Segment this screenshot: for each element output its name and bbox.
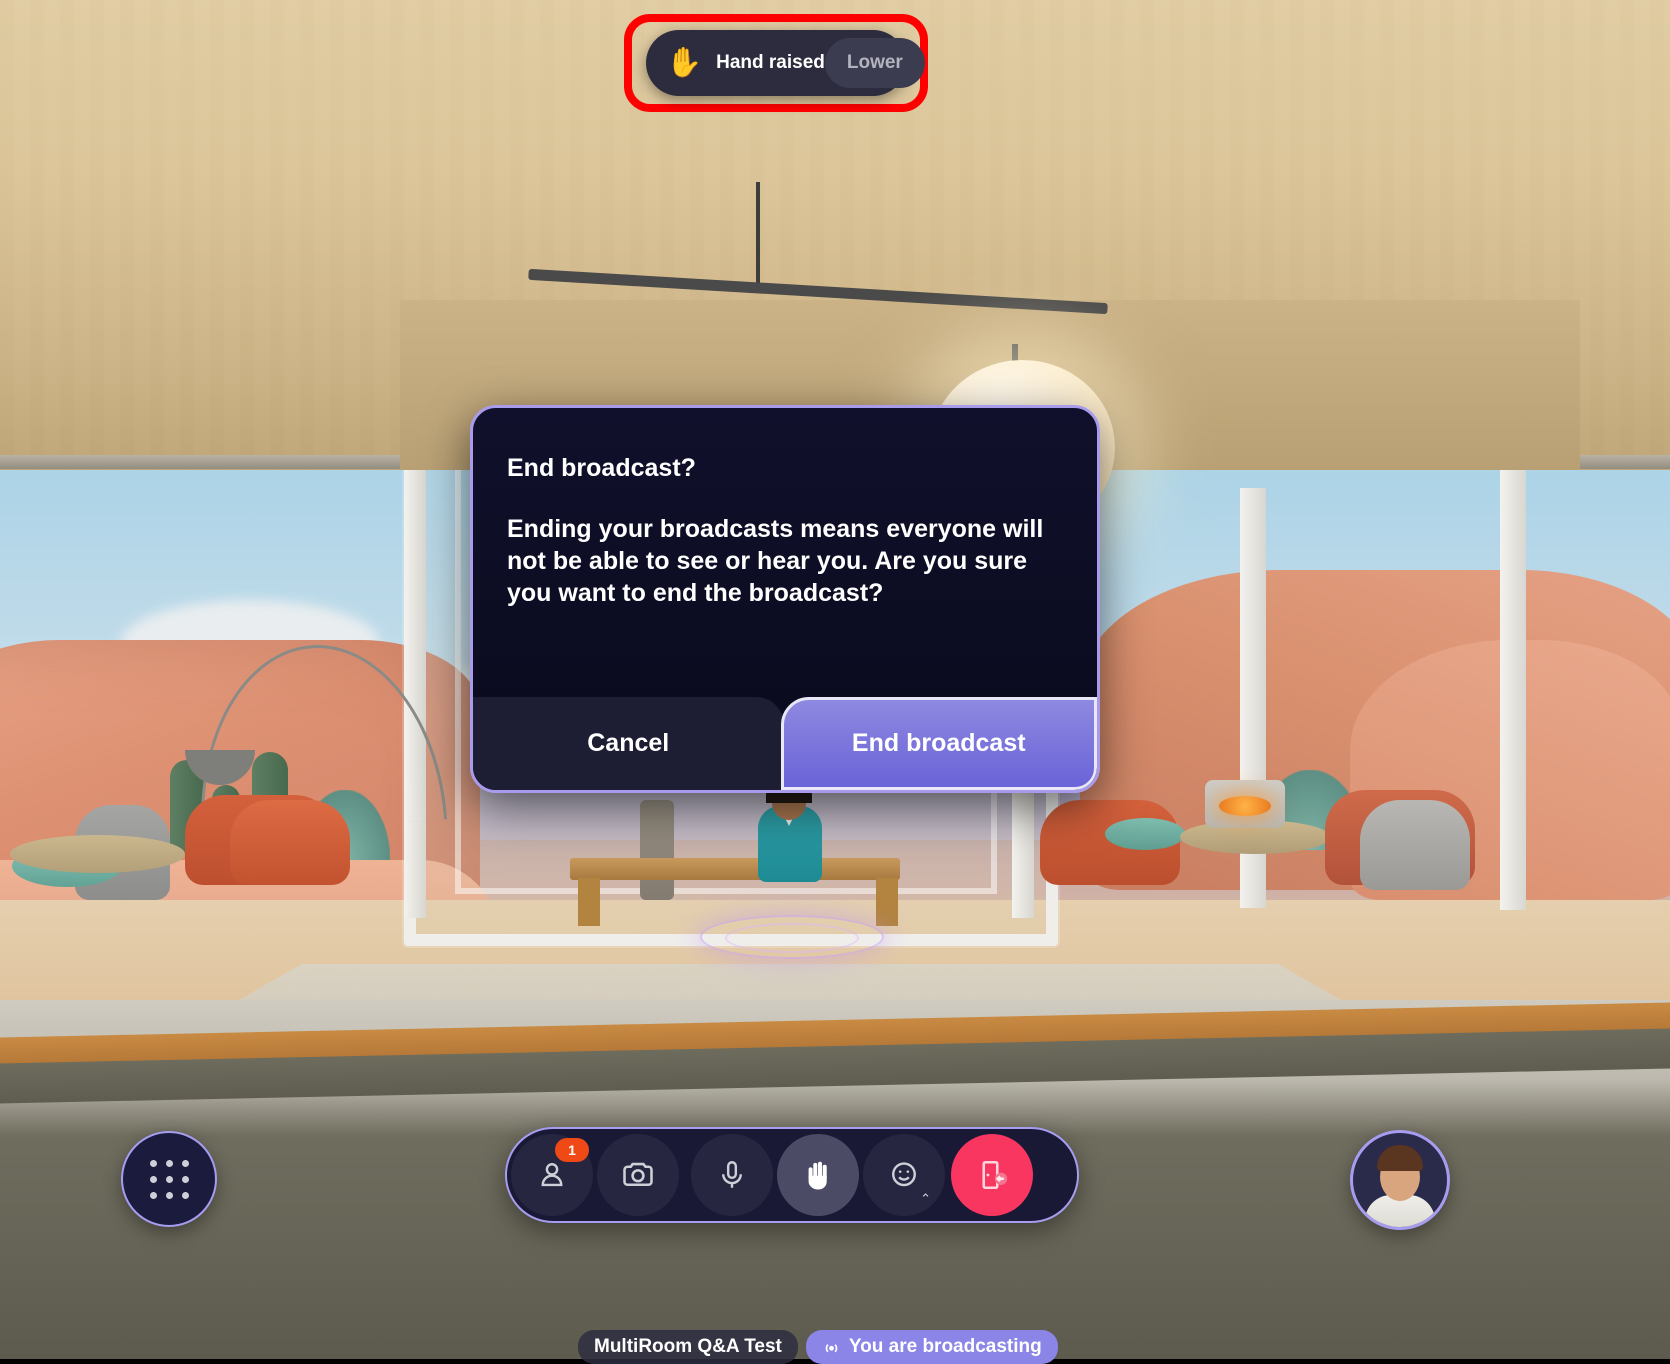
bench-leg xyxy=(876,878,898,926)
participants-button[interactable]: 1 xyxy=(511,1134,593,1216)
microphone-button[interactable] xyxy=(691,1134,773,1216)
hand-raised-toast: ✋ Hand raised Lower xyxy=(646,30,925,96)
person-icon xyxy=(541,1163,563,1187)
apps-grid-button[interactable] xyxy=(121,1131,217,1227)
dialog-actions: Cancel End broadcast xyxy=(473,697,1097,790)
palm-trunk xyxy=(640,800,674,900)
end-broadcast-button[interactable]: End broadcast xyxy=(780,697,1097,790)
camera-icon xyxy=(623,1162,653,1187)
chevron-up-icon: ⌃ xyxy=(920,1191,931,1206)
reactions-button[interactable]: ⌃ xyxy=(863,1134,945,1216)
pillar xyxy=(1500,440,1526,910)
lounge-chair-grey xyxy=(1360,800,1470,890)
leave-button[interactable] xyxy=(951,1134,1033,1216)
dialog-body-text: Ending your broadcasts means everyone wi… xyxy=(507,515,1044,607)
apps-grid-icon xyxy=(149,1159,189,1199)
teal-pouf xyxy=(1105,818,1185,850)
bench xyxy=(570,858,900,880)
microphone-icon xyxy=(722,1161,742,1188)
end-broadcast-dialog: End broadcast? Ending your broadcasts me… xyxy=(470,405,1100,793)
participants-badge: 1 xyxy=(555,1138,589,1162)
leave-door-icon xyxy=(982,1160,1008,1190)
main-toolbar: 1 ⌃ xyxy=(505,1127,1079,1223)
dialog-title: End broadcast? xyxy=(507,454,696,482)
spawn-ring-effect-inner xyxy=(725,923,859,953)
smiley-icon xyxy=(892,1162,916,1187)
cancel-button[interactable]: Cancel xyxy=(473,697,784,790)
fireplace xyxy=(1205,780,1285,828)
hand-icon xyxy=(808,1161,827,1190)
camera-button[interactable] xyxy=(597,1134,679,1216)
self-avatar-button[interactable] xyxy=(1350,1130,1450,1230)
broadcast-status-label: You are broadcasting xyxy=(848,1336,1042,1357)
raise-hand-button[interactable] xyxy=(777,1134,859,1216)
bench-leg xyxy=(578,878,600,926)
broadcast-icon xyxy=(825,1343,838,1352)
avatar-hair xyxy=(1377,1145,1423,1171)
pendant-lamp-rod xyxy=(756,182,760,292)
lounge-chair-orange xyxy=(230,800,350,885)
lower-hand-button[interactable]: Lower xyxy=(824,38,925,88)
raised-hand-icon: ✋ xyxy=(666,46,703,79)
coffee-table xyxy=(10,835,185,873)
hand-raised-label: Hand raised xyxy=(716,52,825,73)
